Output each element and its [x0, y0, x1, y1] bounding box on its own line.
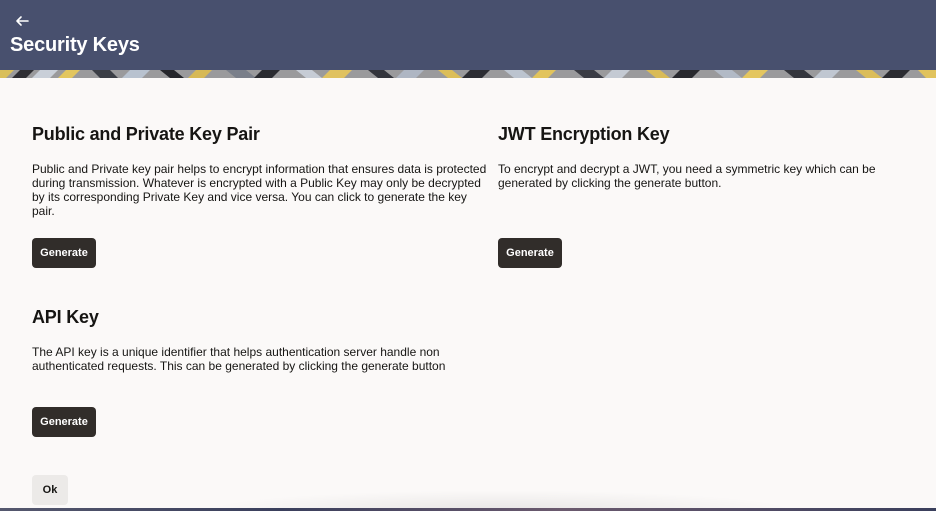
page-header: Security Keys [0, 0, 936, 70]
jwt-section: JWT Encryption Key To encrypt and decryp… [498, 124, 924, 190]
key-pair-section: Public and Private Key Pair Public and P… [32, 124, 488, 218]
generate-api-key-button[interactable]: Generate [32, 407, 96, 437]
generate-key-pair-button[interactable]: Generate [32, 238, 96, 268]
generate-jwt-button[interactable]: Generate [498, 238, 562, 268]
page-title: Security Keys [10, 34, 140, 56]
back-arrow-icon[interactable] [12, 11, 32, 31]
key-pair-title: Public and Private Key Pair [32, 124, 260, 144]
api-key-section: API Key The API key is a unique identifi… [32, 307, 494, 373]
key-pair-description: Public and Private key pair helps to enc… [32, 162, 487, 218]
jwt-title: JWT Encryption Key [498, 124, 670, 144]
jwt-description: To encrypt and decrypt a JWT, you need a… [498, 162, 876, 190]
ok-button[interactable]: Ok [32, 475, 68, 505]
api-key-description: The API key is a unique identifier that … [32, 345, 446, 373]
decorative-banner [0, 70, 936, 78]
api-key-title: API Key [32, 307, 99, 327]
